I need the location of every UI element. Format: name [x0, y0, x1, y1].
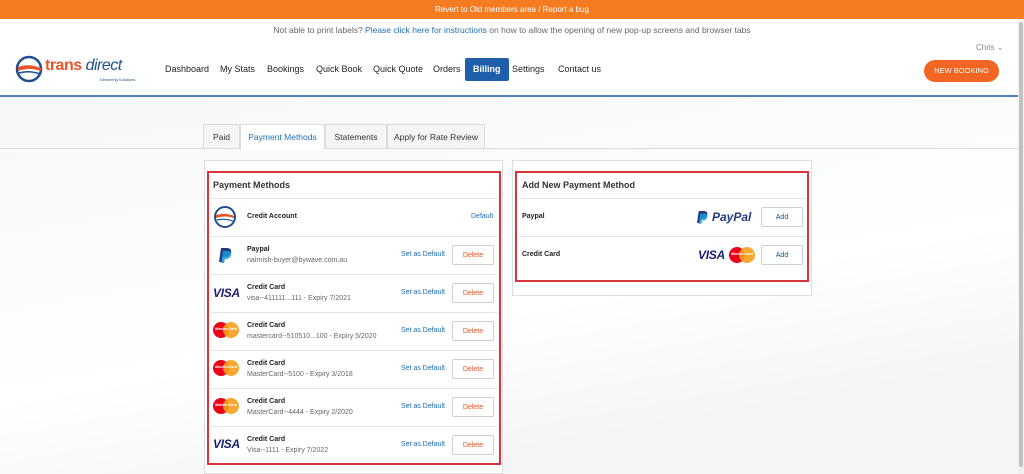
paypal-icon — [219, 248, 232, 263]
notice-text-before: Not able to print labels? — [273, 25, 366, 35]
mastercard-icon: MasterCard — [213, 398, 239, 414]
print-labels-notice: Not able to print labels? Please click h… — [0, 25, 1024, 35]
payment-method-label: Paypal — [247, 246, 270, 253]
delete-button[interactable]: Delete — [452, 435, 494, 455]
row-divider — [519, 236, 806, 237]
nav-billing[interactable]: Billing — [465, 58, 509, 81]
new-booking-button[interactable]: NEW BOOKING — [924, 60, 999, 82]
payment-method-detail: Visa--1111 - Expiry 7/2022 — [247, 447, 329, 454]
row-divider — [211, 388, 498, 389]
tab-apply-rate-review[interactable]: Apply for Rate Review — [387, 124, 485, 149]
row-divider — [519, 198, 806, 199]
tab-paid[interactable]: Paid — [203, 124, 240, 149]
row-divider — [211, 350, 498, 351]
delete-button[interactable]: Delete — [452, 359, 494, 379]
logo-tagline: Delivering Solutions — [100, 77, 136, 82]
nav-contact-us[interactable]: Contact us — [558, 58, 601, 81]
logo-word-trans: trans — [45, 57, 82, 74]
nav-orders[interactable]: Orders — [433, 58, 461, 81]
instructions-link[interactable]: Please click here for instructions — [365, 25, 487, 35]
set-as-default-link[interactable]: Set as Default — [401, 289, 445, 296]
row-divider — [211, 236, 498, 237]
row-divider — [211, 312, 498, 313]
add-credit-card-label: Credit Card — [522, 251, 561, 258]
nav-quick-quote[interactable]: Quick Quote — [373, 58, 423, 81]
set-as-default-link[interactable]: Set as Default — [401, 365, 445, 372]
payment-method-label: Credit Card — [247, 284, 286, 291]
payment-method-label: Credit Card — [247, 398, 286, 405]
logo-word-direct: direct — [85, 57, 123, 74]
paypal-wordmark: PayPal — [712, 210, 752, 224]
delete-button[interactable]: Delete — [452, 321, 494, 341]
set-as-default-link[interactable]: Set as Default — [401, 327, 445, 334]
tab-statements[interactable]: Statements — [325, 124, 387, 149]
paypal-p-icon — [697, 211, 708, 224]
nav-dashboard[interactable]: Dashboard — [165, 58, 209, 81]
payment-method-label: Credit Card — [247, 322, 286, 329]
set-as-default-link[interactable]: Set as Default — [401, 251, 445, 258]
mastercard-icon: MasterCard — [729, 247, 755, 263]
visa-icon: VISA — [213, 286, 240, 300]
payment-method-detail: MasterCard--4444 - Expiry 2/2020 — [247, 409, 353, 416]
credit-account-default-status: Default — [471, 213, 494, 220]
visa-icon: VISA — [213, 437, 240, 451]
content-background — [0, 97, 1018, 474]
transdirect-logo[interactable]: trans direct Delivering Solutions — [15, 55, 135, 85]
mastercard-icon: MasterCard — [213, 322, 239, 338]
add-paypal-label: Paypal — [522, 213, 545, 220]
nav-quick-book[interactable]: Quick Book — [316, 58, 362, 81]
payment-method-detail: nairnish-buyer@bywave.com.au — [247, 257, 348, 264]
payment-method-detail: visa--411111...111 - Expiry 7/2021 — [247, 295, 351, 302]
top-announcement-bar[interactable]: Revert to Old members area / Report a bu… — [0, 0, 1024, 19]
set-as-default-link[interactable]: Set as Default — [401, 403, 445, 410]
payment-method-label: Credit Card — [247, 436, 286, 443]
row-divider — [211, 274, 498, 275]
paypal-logo-icon: PayPal — [697, 210, 757, 226]
row-divider — [211, 426, 498, 427]
add-payment-method-title: Add New Payment Method — [522, 180, 636, 190]
set-as-default-link[interactable]: Set as Default — [401, 441, 445, 448]
user-menu[interactable]: Chris ⌄ — [976, 43, 1004, 52]
mastercard-icon: MasterCard — [213, 360, 239, 376]
delete-button[interactable]: Delete — [452, 283, 494, 303]
payment-method-label: Credit Card — [247, 360, 286, 367]
logo-wordmark: trans direct — [45, 57, 122, 75]
payment-methods-title: Payment Methods — [213, 180, 291, 190]
visa-icon: VISA — [698, 248, 725, 262]
scrollbar-thumb[interactable] — [1019, 22, 1023, 467]
credit-account-label: Credit Account — [247, 213, 297, 220]
tab-payment-methods[interactable]: Payment Methods — [240, 124, 325, 150]
tabstrip-divider — [0, 148, 1018, 149]
delete-button[interactable]: Delete — [452, 245, 494, 265]
delete-button[interactable]: Delete — [452, 397, 494, 417]
row-divider — [211, 198, 498, 199]
nav-my-stats[interactable]: My Stats — [220, 58, 255, 81]
payment-method-detail: MasterCard--5100 - Expiry 3/2018 — [247, 371, 353, 378]
payment-method-detail: mastercard--510510...100 - Expiry 5/2020 — [247, 333, 377, 340]
notice-text-after: on how to allow the opening of new pop-u… — [486, 25, 751, 35]
nav-settings[interactable]: Settings — [512, 58, 545, 81]
credit-account-icon — [214, 206, 236, 228]
logo-globe-icon — [15, 55, 43, 83]
add-paypal-button[interactable]: Add — [761, 207, 803, 227]
add-credit-card-button[interactable]: Add — [761, 245, 803, 265]
nav-bookings[interactable]: Bookings — [267, 58, 304, 81]
